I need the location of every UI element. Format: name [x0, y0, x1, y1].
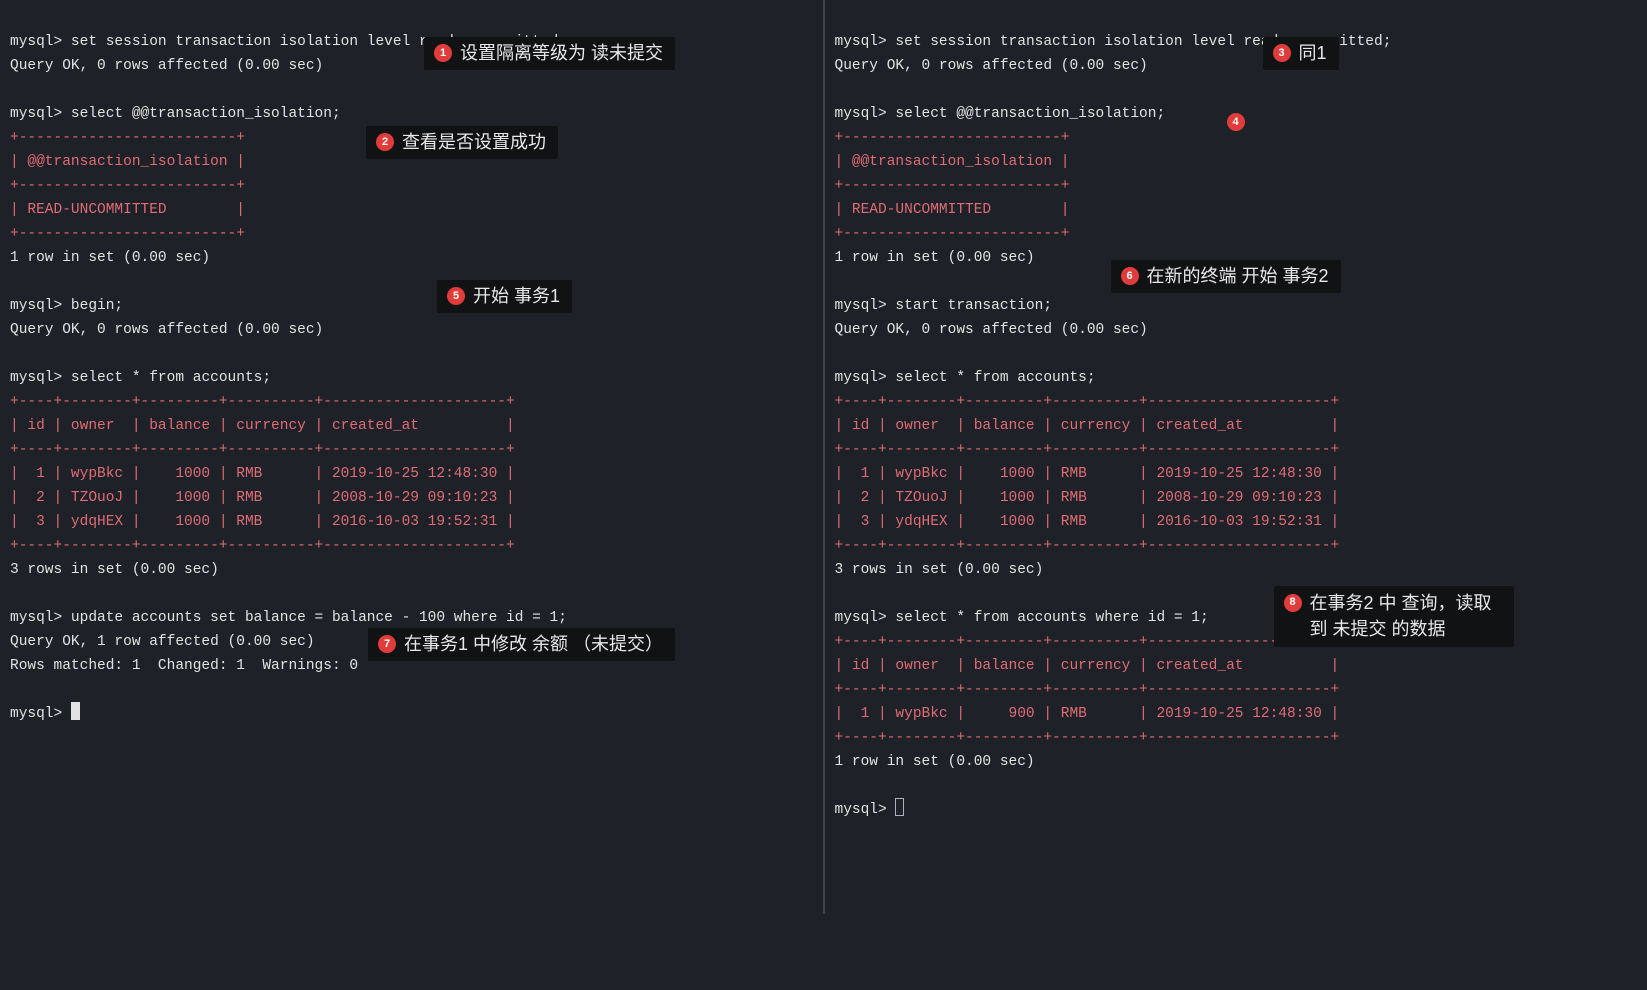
cursor — [895, 798, 904, 816]
badge-icon: 5 — [447, 287, 465, 305]
table-border: +-------------------------+ — [835, 178, 1070, 194]
badge-icon: 1 — [434, 44, 452, 62]
output-line: 3 rows in set (0.00 sec) — [10, 562, 219, 578]
table-row: | 1 | wypBkc | 1000 | RMB | 2019-10-25 1… — [835, 466, 1340, 482]
annotation-5: 5 开始 事务1 — [437, 280, 572, 313]
table-border: +-------------------------+ — [10, 130, 245, 146]
cmd-select-isolation: select @@transaction_isolation; — [895, 106, 1165, 122]
table-header: | id | owner | balance | currency | crea… — [10, 418, 515, 434]
prompt: mysql> — [10, 34, 71, 50]
badge-icon: 8 — [1284, 594, 1302, 612]
annotation-3: 3 同1 — [1263, 37, 1339, 70]
prompt: mysql> — [835, 106, 896, 122]
annotation-text: 设置隔离等级为 读未提交 — [460, 41, 663, 65]
output-line: Query OK, 0 rows affected (0.00 sec) — [10, 58, 323, 74]
annotation-text: 同1 — [1299, 41, 1327, 65]
table-row: | 3 | ydqHEX | 1000 | RMB | 2016-10-03 1… — [10, 514, 515, 530]
table-border: +----+--------+---------+----------+----… — [835, 730, 1340, 746]
table-header: | id | owner | balance | currency | crea… — [835, 658, 1340, 674]
table-header: | @@transaction_isolation | — [10, 154, 245, 170]
output-line: 1 row in set (0.00 sec) — [835, 754, 1035, 770]
cmd-select-accounts: select * from accounts; — [895, 370, 1095, 386]
prompt: mysql> — [10, 298, 71, 314]
annotation-7: 7 在事务1 中修改 余额 （未提交） — [368, 628, 675, 661]
output-line: 1 row in set (0.00 sec) — [10, 250, 210, 266]
cmd-start-transaction: start transaction; — [895, 298, 1052, 314]
table-border: +-------------------------+ — [835, 226, 1070, 242]
table-border: +-------------------------+ — [10, 226, 245, 242]
annotation-text: 开始 事务1 — [473, 284, 560, 308]
prompt: mysql> — [10, 610, 71, 626]
prompt: mysql> — [835, 802, 896, 818]
annotation-8: 8 在事务2 中 查询，读取到 未提交 的数据 — [1274, 586, 1514, 647]
prompt: mysql> — [835, 34, 896, 50]
annotation-text: 在新的终端 开始 事务2 — [1147, 264, 1329, 288]
annotation-text: 在事务1 中修改 余额 （未提交） — [404, 632, 663, 656]
table-row: | READ-UNCOMMITTED | — [835, 202, 1070, 218]
table-row: | READ-UNCOMMITTED | — [10, 202, 245, 218]
annotation-1: 1 设置隔离等级为 读未提交 — [424, 37, 675, 70]
terminal-split: mysql> set session transaction isolation… — [0, 0, 1647, 914]
table-border: +----+--------+---------+----------+----… — [10, 538, 515, 554]
table-row: | 2 | TZOuoJ | 1000 | RMB | 2008-10-29 0… — [835, 490, 1340, 506]
table-border: +-------------------------+ — [835, 130, 1070, 146]
cursor — [71, 702, 80, 720]
output-line: Query OK, 0 rows affected (0.00 sec) — [10, 322, 323, 338]
cmd-select-accounts: select * from accounts; — [71, 370, 271, 386]
table-row: | 3 | ydqHEX | 1000 | RMB | 2016-10-03 1… — [835, 514, 1340, 530]
output-line: Query OK, 0 rows affected (0.00 sec) — [835, 322, 1148, 338]
table-border: +----+--------+---------+----------+----… — [835, 442, 1340, 458]
prompt: mysql> — [835, 370, 896, 386]
table-border: +----+--------+---------+----------+----… — [835, 538, 1340, 554]
output-line: Query OK, 0 rows affected (0.00 sec) — [835, 58, 1148, 74]
prompt: mysql> — [10, 706, 71, 722]
annotation-4: 4 — [1227, 113, 1245, 131]
table-border: +----+--------+---------+----------+----… — [10, 442, 515, 458]
cmd-update: update accounts set balance = balance - … — [71, 610, 567, 626]
cmd-begin: begin; — [71, 298, 123, 314]
badge-icon: 2 — [376, 133, 394, 151]
annotation-text: 在事务2 中 查询，读取到 未提交 的数据 — [1310, 590, 1502, 642]
table-row: | 1 | wypBkc | 1000 | RMB | 2019-10-25 1… — [10, 466, 515, 482]
table-row: | 1 | wypBkc | 900 | RMB | 2019-10-25 12… — [835, 706, 1340, 722]
prompt: mysql> — [10, 370, 71, 386]
table-header: | @@transaction_isolation | — [835, 154, 1070, 170]
table-row: | 2 | TZOuoJ | 1000 | RMB | 2008-10-29 0… — [10, 490, 515, 506]
right-terminal[interactable]: mysql> set session transaction isolation… — [825, 0, 1647, 914]
badge-icon: 7 — [378, 635, 396, 653]
left-terminal[interactable]: mysql> set session transaction isolation… — [0, 0, 823, 914]
output-line: 1 row in set (0.00 sec) — [835, 250, 1035, 266]
output-line: Query OK, 1 row affected (0.00 sec) — [10, 634, 315, 650]
prompt: mysql> — [10, 106, 71, 122]
output-line: Rows matched: 1 Changed: 1 Warnings: 0 — [10, 658, 358, 674]
table-border: +-------------------------+ — [10, 178, 245, 194]
annotation-6: 6 在新的终端 开始 事务2 — [1111, 260, 1341, 293]
prompt: mysql> — [835, 610, 896, 626]
annotation-text: 查看是否设置成功 — [402, 130, 546, 154]
cmd-select-where: select * from accounts where id = 1; — [895, 610, 1208, 626]
table-border: +----+--------+---------+----------+----… — [835, 682, 1340, 698]
prompt: mysql> — [835, 298, 896, 314]
table-border: +----+--------+---------+----------+----… — [835, 394, 1340, 410]
annotation-2: 2 查看是否设置成功 — [366, 126, 558, 159]
cmd-select-isolation: select @@transaction_isolation; — [71, 106, 341, 122]
badge-icon: 3 — [1273, 44, 1291, 62]
table-border: +----+--------+---------+----------+----… — [835, 634, 1340, 650]
output-line: 3 rows in set (0.00 sec) — [835, 562, 1044, 578]
badge-icon: 6 — [1121, 267, 1139, 285]
table-header: | id | owner | balance | currency | crea… — [835, 418, 1340, 434]
table-border: +----+--------+---------+----------+----… — [10, 394, 515, 410]
